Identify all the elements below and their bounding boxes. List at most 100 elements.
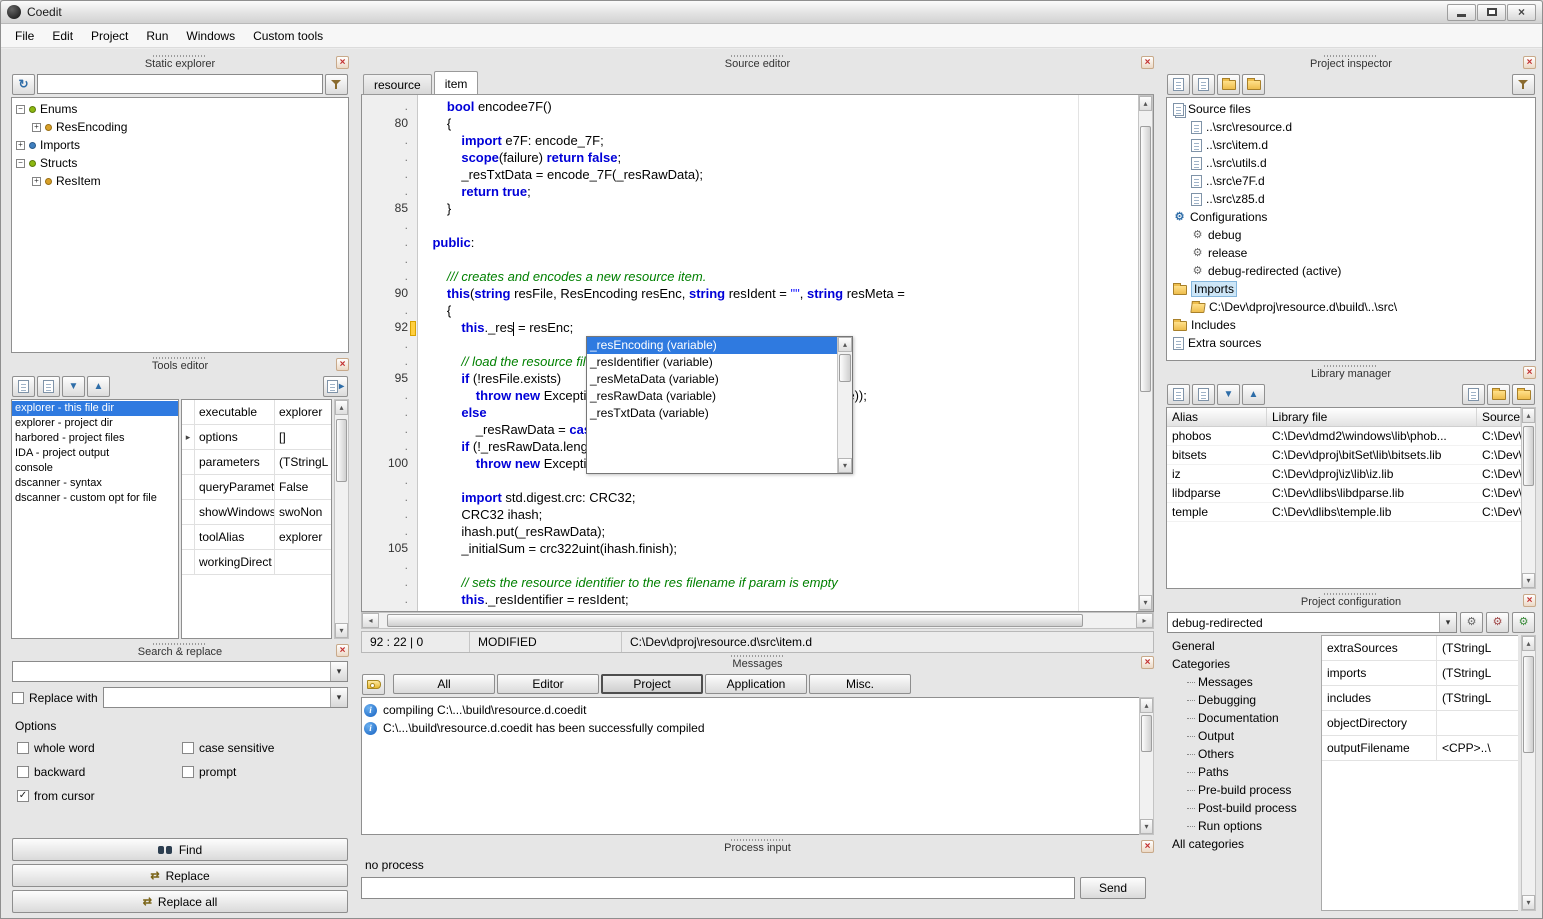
library-scrollbar[interactable]: ▴▾ [1521,407,1536,589]
property-value[interactable] [275,550,331,574]
scrollbar-thumb[interactable] [1141,715,1152,752]
tools-editor-header[interactable]: Tools editor × [9,355,351,373]
config-category[interactable]: Documentation [1166,709,1318,727]
editor-tab-resource[interactable]: resource [363,74,432,94]
search-term-combo[interactable]: ▾ [12,661,348,682]
tool-list-item[interactable]: dscanner - syntax [12,476,178,491]
config-category[interactable]: Categories [1166,655,1318,673]
scroll-down-button[interactable]: ▾ [1522,895,1535,910]
config-category[interactable]: Pre-build process [1166,781,1318,799]
property-value[interactable]: False [275,475,331,499]
tool-list-item[interactable]: harbored - project files [12,431,178,446]
menu-item-project[interactable]: Project [83,26,136,46]
static-explorer-node[interactable]: +ResEncoding [12,118,348,136]
config-property-row[interactable]: objectDirectory [1322,711,1518,736]
source-editor-header[interactable]: Source editor × [359,53,1156,71]
scroll-down-button[interactable]: ▾ [838,458,852,473]
messages-scrollbar[interactable]: ▴▾ [1139,697,1154,835]
edit-library-button[interactable] [1462,384,1485,405]
menu-item-edit[interactable]: Edit [44,26,81,46]
add-tool-button[interactable] [12,376,35,397]
move-library-down-button[interactable]: ▼ [1217,384,1240,405]
inspector-node[interactable]: ..\src\utils.d [1167,154,1535,172]
symbol-filter-button[interactable] [325,74,348,95]
panel-close-button[interactable]: × [336,644,349,657]
find-button[interactable]: Find [12,838,348,861]
tool-list-item[interactable]: console [12,461,178,476]
tool-property-row[interactable]: ▸options[] [182,425,331,450]
code-area[interactable]: bool encodee7F() { import e7F: encode_7F… [418,95,1138,611]
tool-property-row[interactable]: toolAliasexplorer [182,525,331,550]
tool-list-item[interactable]: explorer - project dir [12,416,178,431]
tool-list-item[interactable]: IDA - project output [12,446,178,461]
static-explorer-node[interactable]: +ResItem [12,172,348,190]
expander-icon[interactable]: + [32,177,41,186]
scrollbar-track[interactable] [1522,651,1535,895]
scrollbar-thumb[interactable] [1523,656,1534,754]
property-value[interactable]: [] [275,425,331,449]
inspector-node[interactable]: ..\src\resource.d [1167,118,1535,136]
property-value[interactable]: (TStringL [1437,636,1518,660]
config-property-row[interactable]: includes(TStringL [1322,686,1518,711]
inspector-node[interactable]: ⚙debug [1167,226,1535,244]
message-row[interactable]: icompiling C:\...\build\resource.d.coedi… [364,701,1137,719]
completion-item[interactable]: _resRawData (variable) [587,388,837,405]
project-inspector-header[interactable]: Project inspector × [1164,53,1538,71]
messages-filter-misc[interactable]: Misc. [809,674,911,694]
replace-all-button[interactable]: ⇄Replace all [12,890,348,913]
config-category[interactable]: Output [1166,727,1318,745]
messages-filter-editor[interactable]: Editor [497,674,599,694]
scroll-right-button[interactable]: ▸ [1136,613,1153,628]
add-folder-button[interactable] [1242,74,1265,95]
option-checkbox-case-sensitive[interactable]: case sensitive [182,741,343,755]
execute-tool-button[interactable]: ▸ [323,376,348,397]
scrollbar-track[interactable] [335,415,348,623]
add-configuration-button[interactable]: ⚙ [1512,612,1535,633]
menu-item-run[interactable]: Run [138,26,176,46]
configuration-combo[interactable]: debug-redirected ▾ [1167,612,1457,633]
library-row[interactable]: libdparseC:\Dev\dlibs\libdparse.libC:\De… [1167,484,1521,503]
panel-close-button[interactable]: × [336,358,349,371]
library-manager-header[interactable]: Library manager × [1164,363,1538,381]
refresh-button[interactable]: ↻ [12,74,35,95]
expander-icon[interactable]: + [16,141,25,150]
library-row[interactable]: phobosC:\Dev\dmd2\windows\lib\phob...C:\… [1167,427,1521,446]
inspector-node[interactable]: ..\src\e7F.d [1167,172,1535,190]
scrollbar-thumb[interactable] [1140,126,1151,392]
open-library-button[interactable] [1512,384,1535,405]
tool-property-row[interactable]: executableexplorer [182,400,331,425]
scrollbar-thumb[interactable] [1523,426,1534,486]
menu-item-custom-tools[interactable]: Custom tools [245,26,331,46]
property-value[interactable]: explorer [275,525,331,549]
category-tag-button[interactable] [362,674,385,695]
property-value[interactable] [1437,711,1518,735]
panel-close-button[interactable]: × [336,56,349,69]
completion-item[interactable]: _resTxtData (variable) [587,405,837,422]
static-explorer-node[interactable]: +Imports [12,136,348,154]
scroll-down-button[interactable]: ▾ [1522,573,1535,588]
inspector-node[interactable]: ⚙debug-redirected (active) [1167,262,1535,280]
inspector-node[interactable]: Includes [1167,316,1535,334]
remove-tool-button[interactable] [37,376,60,397]
delete-configuration-button[interactable]: ⚙ [1486,612,1509,633]
tool-list-item[interactable]: dscanner - custom opt for file [12,491,178,506]
scroll-up-button[interactable]: ▴ [1522,636,1535,651]
scroll-up-button[interactable]: ▴ [1140,698,1153,713]
panel-close-button[interactable]: × [1141,656,1154,669]
tool-property-row[interactable]: workingDirect [182,550,331,575]
config-category[interactable]: Paths [1166,763,1318,781]
config-category[interactable]: Others [1166,745,1318,763]
static-explorer-node[interactable]: −Enums [12,100,348,118]
configuration-scrollbar[interactable]: ▴▾ [1521,635,1536,911]
option-checkbox-backward[interactable]: backward [17,765,178,779]
config-category[interactable]: All categories [1166,835,1318,853]
move-library-up-button[interactable]: ▲ [1242,384,1265,405]
config-category[interactable]: Run options [1166,817,1318,835]
scroll-up-button[interactable]: ▴ [335,400,348,415]
close-button[interactable]: × [1507,4,1536,21]
inspector-node[interactable]: Extra sources [1167,334,1535,352]
messages-filter-all[interactable]: All [393,674,495,694]
inspector-node[interactable]: ⚙Configurations [1167,208,1535,226]
config-property-row[interactable]: extraSources(TStringL [1322,636,1518,661]
add-source-button[interactable] [1192,74,1215,95]
